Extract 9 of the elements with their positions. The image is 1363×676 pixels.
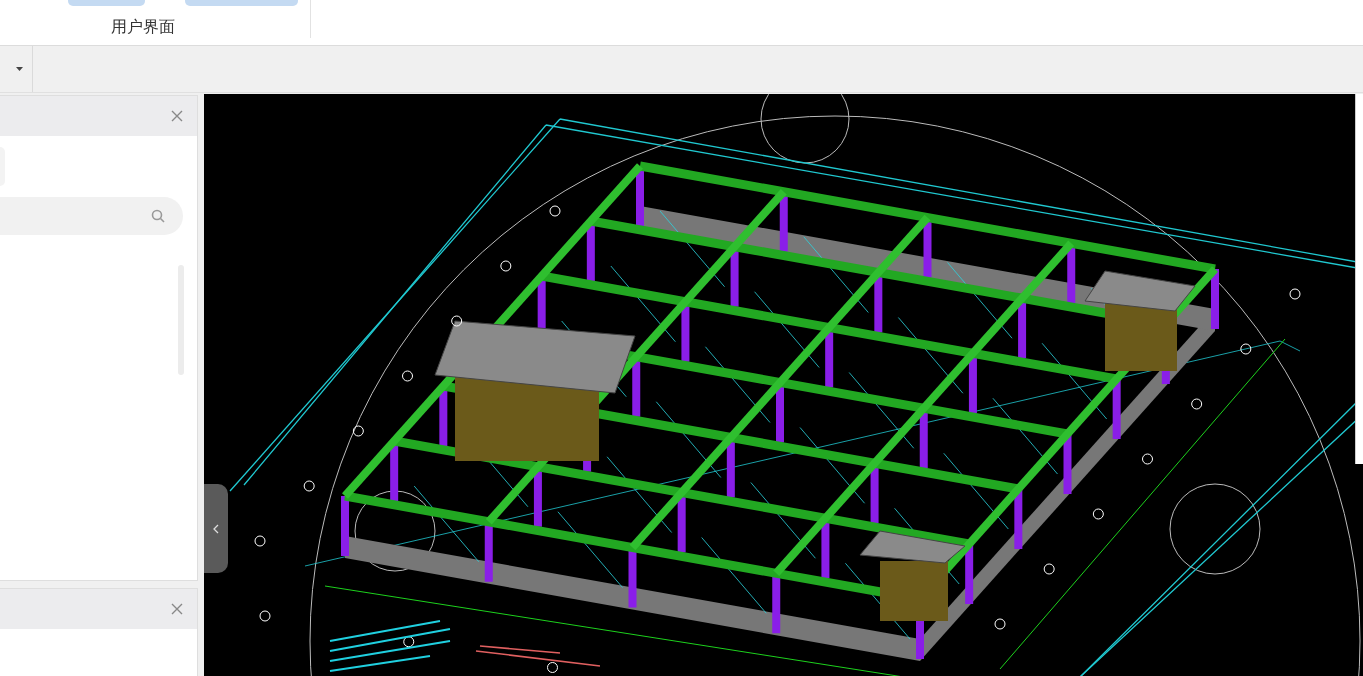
close-icon[interactable] [171, 603, 183, 615]
ribbon-group-label: 用户界面 [110, 17, 175, 38]
search-field[interactable] [0, 197, 183, 235]
ribbon-button[interactable] [68, 0, 145, 6]
chevron-left-icon[interactable] [213, 523, 219, 534]
dropdown-caret-icon[interactable] [16, 67, 23, 71]
search-icon[interactable] [151, 209, 165, 223]
close-icon[interactable] [171, 110, 183, 122]
collapse-handle[interactable] [204, 484, 228, 573]
